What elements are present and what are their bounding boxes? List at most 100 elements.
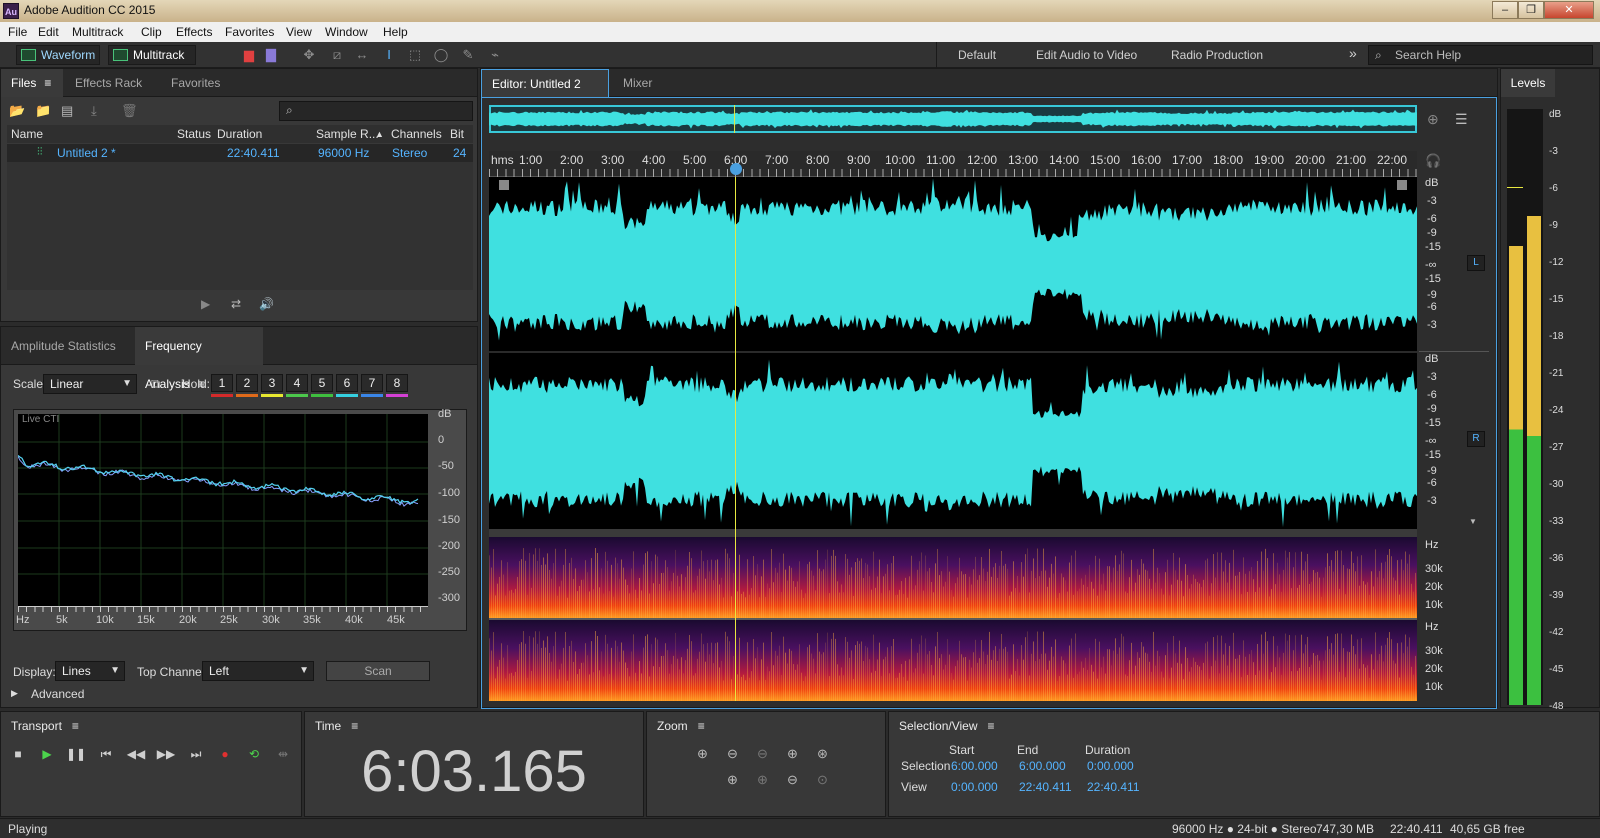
- multitrack-mode-button[interactable]: Multitrack: [108, 45, 196, 65]
- tab-levels[interactable]: Levels: [1501, 69, 1555, 97]
- file-row[interactable]: ⫶⫶ Untitled 2 * 22:40.411 96000 Hz Stere…: [7, 144, 473, 162]
- menu-clip[interactable]: Clip: [141, 25, 162, 39]
- hold-button-5[interactable]: 5: [311, 374, 333, 392]
- chevron-right-icon[interactable]: ▶: [11, 688, 18, 699]
- column-status[interactable]: Status: [177, 125, 211, 143]
- scan-button[interactable]: Scan: [326, 661, 430, 681]
- spectral-display-icon[interactable]: ▆: [240, 46, 258, 64]
- skip-forward-icon[interactable]: ⏭: [185, 744, 207, 764]
- hold-button-3[interactable]: 3: [261, 374, 283, 392]
- tab-mixer[interactable]: Mixer: [613, 69, 662, 97]
- workspace-edit-audio-to-video[interactable]: Edit Audio to Video: [1036, 48, 1137, 62]
- stop-icon[interactable]: ■: [7, 744, 29, 764]
- channel-l-button[interactable]: L: [1467, 255, 1485, 271]
- overview-navigator[interactable]: [489, 105, 1417, 133]
- minimize-button[interactable]: –: [1492, 1, 1518, 19]
- selection-start[interactable]: 6:00.000: [951, 759, 998, 773]
- headphones-icon[interactable]: 🎧: [1425, 153, 1441, 169]
- zoom-out-time-icon[interactable]: ⊖: [787, 772, 798, 788]
- zoom-out-full-icon[interactable]: ⊖: [757, 746, 768, 762]
- column-channels[interactable]: Channels: [391, 125, 442, 143]
- view-duration[interactable]: 22:40.411: [1087, 780, 1140, 794]
- list-view-icon[interactable]: ☰: [1455, 111, 1468, 128]
- column-duration[interactable]: Duration: [217, 125, 262, 143]
- tab-favorites[interactable]: Favorites: [161, 69, 230, 97]
- menu-effects[interactable]: Effects: [176, 25, 212, 39]
- record-icon[interactable]: ●: [214, 744, 236, 764]
- zoom-in-left-icon[interactable]: ⊕: [727, 772, 738, 788]
- loop-preview-icon[interactable]: ⇄: [231, 297, 241, 311]
- hold-button-8[interactable]: 8: [386, 374, 408, 392]
- loop-icon[interactable]: ⟲: [243, 744, 265, 764]
- zoom-reset-icon[interactable]: ⊙: [817, 772, 828, 788]
- playhead-handle[interactable]: [730, 163, 742, 175]
- playhead-line[interactable]: [734, 177, 736, 701]
- files-search-input[interactable]: ⌕: [279, 101, 473, 121]
- workspace-default[interactable]: Default: [958, 48, 996, 62]
- workspace-more-button[interactable]: »: [1349, 45, 1357, 61]
- menu-multitrack[interactable]: Multitrack: [72, 25, 123, 39]
- tab-amplitude-statistics[interactable]: Amplitude Statistics: [1, 327, 126, 365]
- frequency-graph[interactable]: [18, 414, 428, 606]
- advanced-toggle[interactable]: Advanced: [31, 687, 84, 701]
- column-bit-depth[interactable]: Bit D: [450, 125, 473, 159]
- selection-end[interactable]: 6:00.000: [1019, 759, 1066, 773]
- workspace-radio-production[interactable]: Radio Production: [1171, 48, 1263, 62]
- insert-icon[interactable]: ⤓: [91, 103, 97, 119]
- move-tool-icon[interactable]: ✥: [300, 46, 318, 64]
- razor-tool-icon[interactable]: ⧄: [328, 46, 346, 64]
- channel-r-button[interactable]: R: [1467, 431, 1485, 447]
- channel-divider[interactable]: [489, 529, 1417, 537]
- hold-button-6[interactable]: 6: [336, 374, 358, 392]
- menu-file[interactable]: File: [8, 25, 27, 39]
- spot-healing-tool-icon[interactable]: ⌁: [486, 46, 504, 64]
- play-preview-icon[interactable]: ▶: [201, 297, 210, 311]
- time-ruler[interactable]: hms 1:00 2:00 3:00 4:00 5:00 6:00 7:00 8…: [489, 151, 1417, 177]
- chevron-down-icon[interactable]: ▼: [1469, 517, 1477, 526]
- auto-play-icon[interactable]: 🔊: [259, 297, 274, 311]
- selection-duration[interactable]: 0:00.000: [1087, 759, 1134, 773]
- hold-button-7[interactable]: 7: [361, 374, 383, 392]
- pause-icon[interactable]: ❚❚: [65, 744, 87, 764]
- menu-window[interactable]: Window: [325, 25, 368, 39]
- hold-button-2[interactable]: 2: [236, 374, 258, 392]
- hold-button-1[interactable]: 1: [211, 374, 233, 392]
- menu-favorites[interactable]: Favorites: [225, 25, 274, 39]
- display-dropdown[interactable]: Lines ▼: [55, 661, 125, 681]
- skip-selection-icon[interactable]: ⇹: [272, 744, 294, 764]
- rewind-icon[interactable]: ◀◀: [125, 744, 147, 764]
- scale-dropdown[interactable]: Linear ▼: [43, 374, 137, 394]
- tab-frequency-analysis[interactable]: Frequency Analysis ≡: [135, 327, 263, 391]
- delete-icon[interactable]: 🗑: [121, 103, 138, 119]
- hold-button-4[interactable]: 4: [286, 374, 308, 392]
- zoom-selection-icon[interactable]: ⊛: [817, 746, 828, 762]
- zoom-in-right-icon[interactable]: ⊕: [757, 772, 768, 788]
- maximize-button[interactable]: ❐: [1518, 1, 1544, 19]
- view-end[interactable]: 22:40.411: [1019, 780, 1072, 794]
- marquee-tool-icon[interactable]: ⬚: [406, 46, 424, 64]
- copy-to-clipboard-icon[interactable]: ⧉: [151, 376, 160, 392]
- menu-edit[interactable]: Edit: [38, 25, 59, 39]
- skip-back-icon[interactable]: ⏮: [95, 744, 117, 764]
- fast-forward-icon[interactable]: ▶▶: [155, 744, 177, 764]
- play-icon[interactable]: ▶: [36, 744, 58, 764]
- slip-tool-icon[interactable]: ↔: [353, 46, 371, 64]
- new-file-icon[interactable]: ▤: [61, 103, 73, 119]
- zoom-out-amplitude-icon[interactable]: ⊖: [727, 746, 738, 762]
- tab-editor[interactable]: Editor: Untitled 2 *≡: [481, 69, 609, 119]
- column-name[interactable]: Name: [11, 125, 43, 143]
- tab-files[interactable]: Files ≡: [1, 69, 63, 97]
- time-selection-tool-icon[interactable]: I: [380, 46, 398, 64]
- close-button[interactable]: ✕: [1544, 1, 1594, 19]
- brush-tool-icon[interactable]: ✎: [459, 46, 477, 64]
- waveform-mode-button[interactable]: Waveform: [16, 45, 100, 65]
- top-channel-dropdown[interactable]: Left ▼: [202, 661, 314, 681]
- spectral-pitch-icon[interactable]: ▇: [262, 46, 280, 64]
- lasso-tool-icon[interactable]: ◯: [432, 46, 450, 64]
- zoom-in-amplitude-icon[interactable]: ⊕: [697, 746, 708, 762]
- spectral-display[interactable]: [489, 537, 1417, 701]
- menu-help[interactable]: Help: [383, 25, 408, 39]
- column-sample-rate[interactable]: Sample R...: [316, 125, 379, 143]
- search-help-field[interactable]: ⌕ Search Help: [1368, 45, 1593, 65]
- menu-view[interactable]: View: [286, 25, 312, 39]
